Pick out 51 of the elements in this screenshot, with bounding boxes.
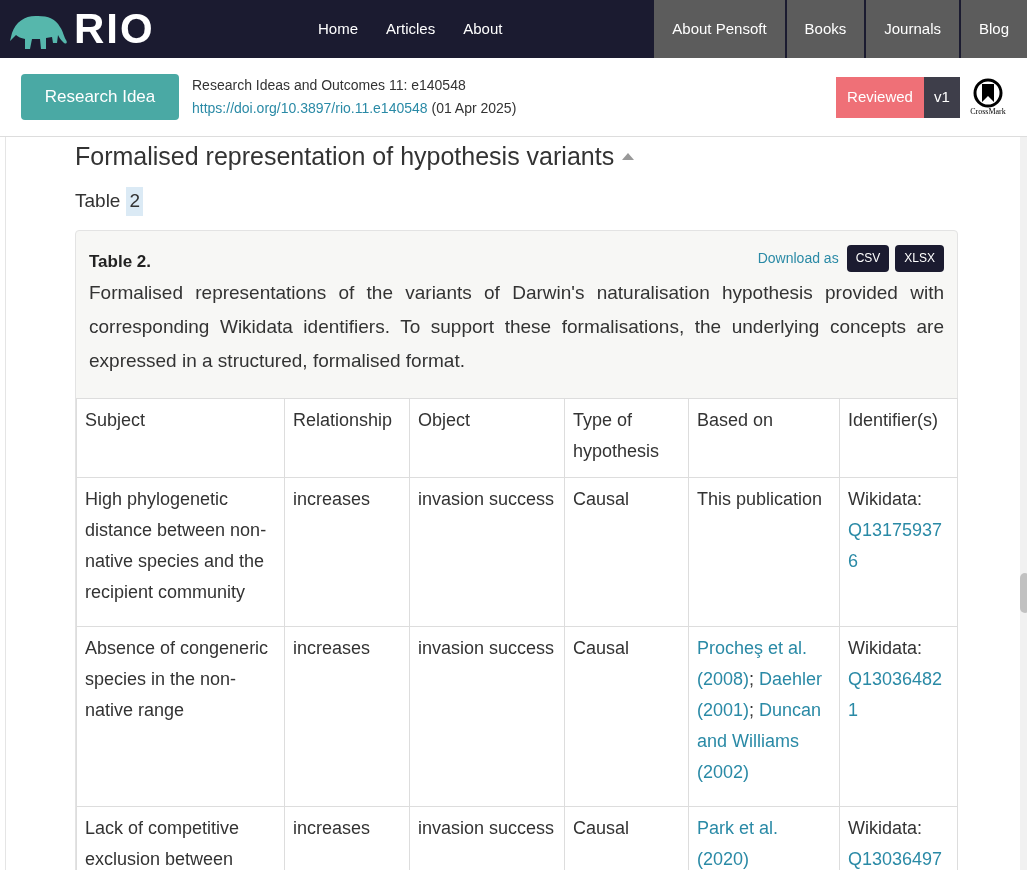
caret-icon[interactable] [622,152,635,160]
cell-text: Wikidata: [848,637,924,660]
table-reference-link[interactable]: 2 [126,187,143,216]
scrollbar[interactable] [1020,137,1027,870]
download-format-button[interactable]: XLSX [895,244,944,272]
cell-text: invasion success [418,817,556,840]
column-header: Subject [85,410,146,430]
review-status-badge: Reviewed [836,76,924,118]
nav-tab[interactable]: About Pensoft [652,0,785,58]
cell-text: Causal [573,817,631,840]
version-badge: v1 [924,76,960,118]
cell-text: Wikidata: [848,817,924,840]
table-label: Table 2. [89,250,152,273]
cell-text: High phylogenetic distance between non-native species and the recipient community [85,488,268,604]
cell-text: This publication [697,488,824,511]
nav-link[interactable]: Home [318,17,358,41]
section-heading: Formalised representation of hypothesis variants [75,141,615,172]
cell-text: increases [293,637,372,660]
column-header: Type of hypothesis [573,410,660,461]
wikidata-link[interactable]: Q131759376 [848,515,949,577]
table-caption: Formalised representations of the variants of Darwin's naturalisation hypothesis provided with corresponding Wikidata identifiers. To support these formalisations, the underlying concepts are expressed in a structured, formalised format. [89,281,944,373]
logo-text[interactable]: RIO [74,8,155,50]
cell-text: invasion success [418,488,556,511]
crossmark-label: CrossMark [970,108,1006,116]
nav-link[interactable]: About [463,17,503,41]
nav-tab[interactable]: Books [784,0,865,58]
cell-text: increases [293,488,372,511]
column-header: Based on [697,410,774,430]
journal-citation: Research Ideas and Outcomes 11: e140548 [192,76,467,95]
download-label: Download as [757,248,839,268]
publication-date: (01 Apr 2025) [431,100,517,116]
column-header: Identifier(s) [848,410,939,430]
doi-link[interactable]: https://doi.org/10.3897/rio.11.e140548 [192,100,428,116]
scrollbar-thumb[interactable] [1020,573,1027,613]
wikidata-link[interactable]: Q130364821 [848,664,949,726]
cell-text: Causal [573,488,631,511]
nav-tab[interactable]: Blog [958,0,1027,58]
nav-tab[interactable]: Journals [864,0,959,58]
table-reference-label: Table [75,189,121,213]
bookmark-icon[interactable] [973,78,1003,108]
wikidata-link[interactable]: Q13036497 [848,844,949,870]
column-header: Object [418,410,471,430]
cell-text: Causal [573,637,631,660]
cell-text: Lack of competitive exclusion between [85,817,241,870]
nav-link[interactable]: Articles [386,17,436,41]
cell-text: Wikidata: [848,488,924,511]
download-format-button[interactable]: CSV [846,244,890,272]
cell-text: invasion success [418,637,556,660]
cell-text: Absence of congeneric species in the non-native range [85,637,270,722]
column-header: Relationship [293,410,393,430]
cell-text: increases [293,817,372,840]
